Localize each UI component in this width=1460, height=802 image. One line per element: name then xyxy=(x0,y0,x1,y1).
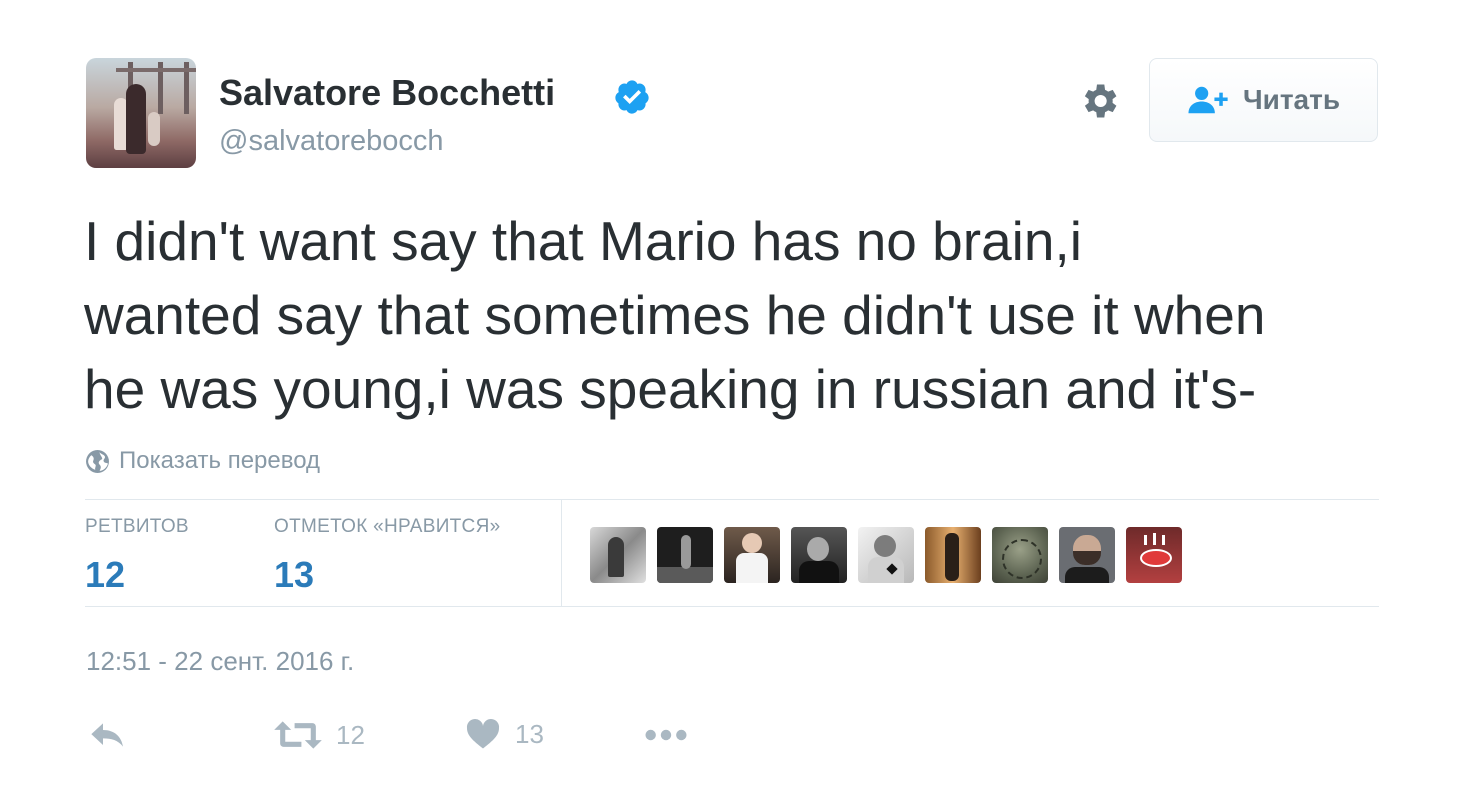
liker-avatar[interactable] xyxy=(1126,527,1182,583)
divider xyxy=(561,500,562,606)
liker-avatar[interactable] xyxy=(657,527,713,583)
follow-button[interactable]: Читать xyxy=(1149,58,1378,142)
profile-avatar[interactable] xyxy=(86,58,196,168)
liker-avatar[interactable] xyxy=(858,527,914,583)
retweet-icon xyxy=(274,721,322,749)
heart-icon xyxy=(466,719,500,749)
more-dots-icon xyxy=(645,729,687,741)
likes-stat-label: ОТМЕТОК «НРАВИТСЯ» xyxy=(274,516,501,537)
user-display-name[interactable]: Salvatore Bocchetti xyxy=(219,72,555,114)
avatar-figure xyxy=(148,112,160,146)
likers-avatars xyxy=(590,527,1182,583)
liker-avatar[interactable] xyxy=(925,527,981,583)
follow-button-label: Читать xyxy=(1242,84,1341,115)
tweet-text: I didn't want say that Mario has no brai… xyxy=(84,204,1394,426)
liker-avatar[interactable] xyxy=(1059,527,1115,583)
more-button[interactable] xyxy=(643,718,689,752)
gear-icon[interactable] xyxy=(1077,79,1121,123)
like-button[interactable]: 13 xyxy=(465,718,544,750)
like-count: 13 xyxy=(515,718,544,749)
show-translation-label: Показать перевод xyxy=(119,447,321,474)
reply-button[interactable] xyxy=(88,718,128,752)
likes-stat-value: 13 xyxy=(274,554,315,595)
avatar-figure xyxy=(126,84,146,154)
reply-icon xyxy=(91,723,123,747)
avatar-rail xyxy=(116,68,196,72)
verified-badge-icon xyxy=(615,80,649,114)
tweet-text-line: I didn't want say that Mario has no brai… xyxy=(84,210,1082,272)
liker-avatar[interactable] xyxy=(791,527,847,583)
retweets-stat-value: 12 xyxy=(85,554,126,595)
tweet-text-line: wanted say that sometimes he didn't use … xyxy=(84,284,1266,346)
retweet-count: 12 xyxy=(336,719,365,750)
divider xyxy=(85,499,1379,500)
globe-icon xyxy=(86,449,109,473)
tweet-timestamp[interactable]: 12:51 - 22 сент. 2016 г. xyxy=(86,646,354,677)
liker-avatar[interactable] xyxy=(590,527,646,583)
add-person-icon xyxy=(1188,86,1228,114)
retweets-stat[interactable]: РЕТВИТОВ 12 xyxy=(85,516,189,596)
show-translation-link[interactable]: Показать перевод xyxy=(85,447,320,475)
likes-stat[interactable]: ОТМЕТОК «НРАВИТСЯ» 13 xyxy=(274,516,500,596)
divider xyxy=(85,606,1379,607)
user-handle[interactable]: @salvatorebocch xyxy=(219,125,444,158)
liker-avatar[interactable] xyxy=(992,527,1048,583)
retweet-button[interactable]: 12 xyxy=(274,718,365,752)
retweets-stat-label: РЕТВИТОВ xyxy=(85,516,189,537)
tweet-text-line: he was young,i was speaking in russian a… xyxy=(84,358,1257,420)
liker-avatar[interactable] xyxy=(724,527,780,583)
